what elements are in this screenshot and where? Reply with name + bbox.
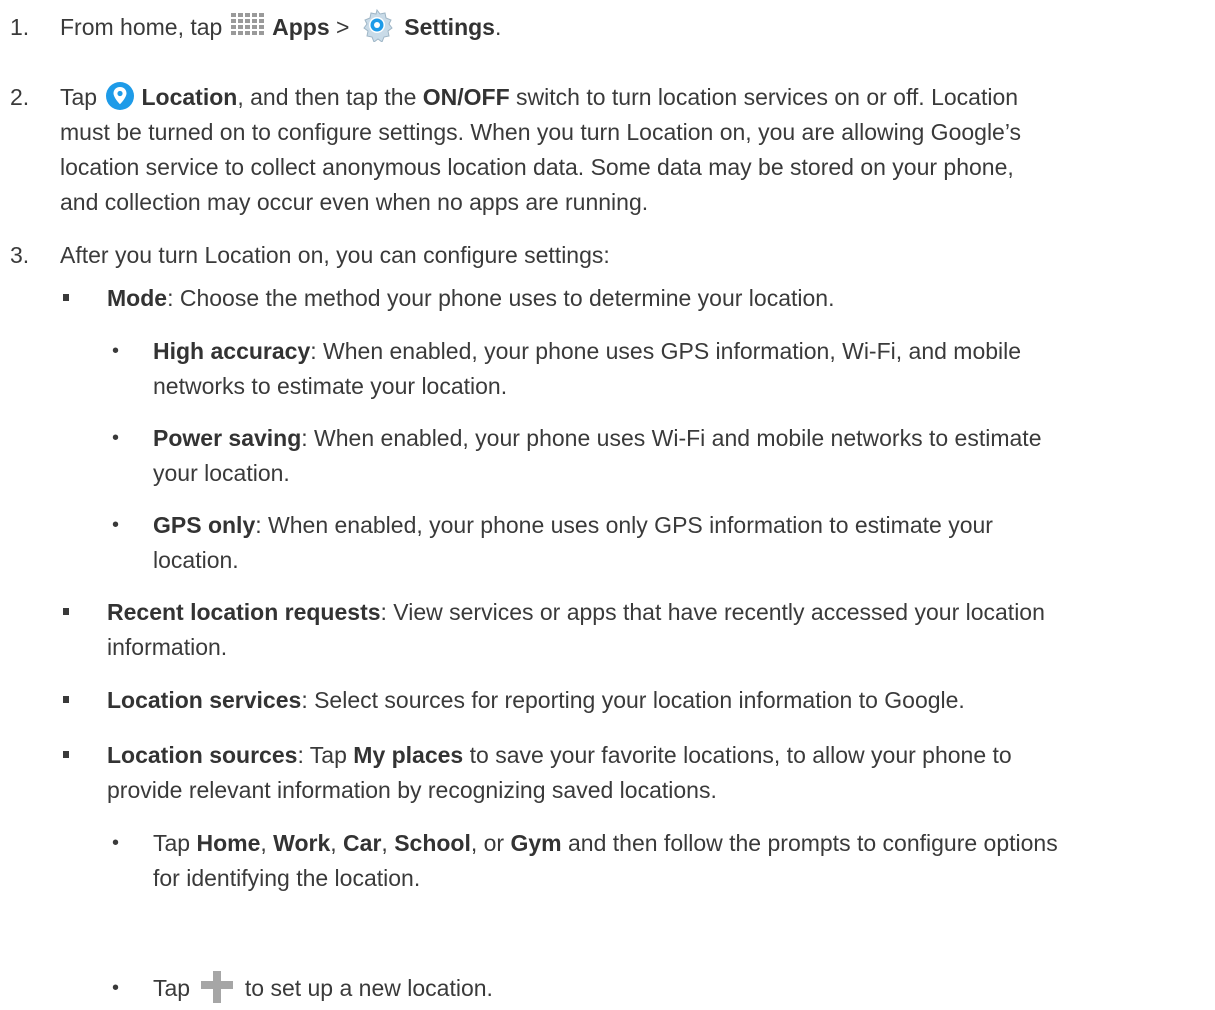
apps-grid-icon	[230, 13, 264, 37]
comma: ,	[260, 830, 267, 856]
mode-item: Mode: Choose the method your phone uses …	[107, 283, 834, 313]
step-2-line-3: location service to collect anonymous lo…	[60, 154, 1014, 180]
step-number-3: 3.	[10, 242, 30, 268]
step-2-then-tap: , and then tap the	[237, 84, 417, 110]
place-school: School	[394, 830, 471, 856]
places-sub-line-1: Tap Home, Work, Car, School, or Gym and …	[153, 828, 1058, 858]
step-1-settings: Settings	[404, 14, 495, 41]
gps-only-term: GPS only	[153, 512, 256, 538]
location-sources-term: Location sources	[107, 742, 298, 768]
dot-bullet: •	[112, 832, 120, 854]
square-bullet	[63, 608, 69, 615]
step-2-onoff: ON/OFF	[422, 84, 510, 110]
square-bullet	[63, 696, 69, 703]
location-sources-line-2: provide relevant information by recogniz…	[107, 777, 717, 803]
step-1-period: .	[494, 14, 502, 41]
high-accuracy-term: High accuracy	[153, 338, 311, 364]
location-sources-mid: : Tap	[297, 742, 347, 768]
place-home: Home	[196, 830, 261, 856]
place-car: Car	[343, 830, 382, 856]
gps-only-line-2: location.	[153, 547, 239, 573]
step-1-gt: >	[336, 14, 350, 41]
gps-only-desc: : When enabled, your phone uses only GPS…	[255, 512, 993, 538]
add-tap: Tap	[153, 975, 191, 1001]
places-tap: Tap	[153, 830, 191, 856]
square-bullet	[63, 294, 69, 301]
comma: ,	[330, 830, 337, 856]
high-accuracy-line-2: networks to estimate your location.	[153, 373, 508, 399]
power-saving-line-2: your location.	[153, 460, 290, 486]
dot-bullet: •	[112, 977, 120, 999]
step-3-text: After you turn Location on, you can conf…	[60, 242, 610, 268]
places-sub-line-2: for identifying the location.	[153, 865, 421, 891]
power-saving-desc: : When enabled, your phone uses Wi-Fi an…	[301, 425, 1042, 451]
recent-requests-line-1: Recent location requests: View services …	[107, 597, 1045, 627]
step-1-apps: Apps	[272, 14, 330, 41]
step-1-from-home: From home, tap	[60, 14, 223, 41]
step-2-line-1: Tap Location, and then tap the ON/OFF sw…	[60, 81, 1019, 114]
location-services-item: Location services: Select sources for re…	[107, 685, 965, 715]
comma: ,	[381, 830, 388, 856]
place-gym: Gym	[510, 830, 562, 856]
recent-requests-term: Recent location requests	[107, 599, 381, 625]
add-rest: to set up a new location.	[244, 975, 493, 1001]
location-pin-icon	[105, 81, 135, 111]
high-accuracy-desc: : When enabled, your phone uses GPS info…	[310, 338, 1022, 364]
settings-gear-icon	[360, 8, 394, 43]
place-work: Work	[273, 830, 331, 856]
location-services-term: Location services	[107, 687, 302, 713]
step-2-line-2: must be turned on to configure settings.…	[60, 119, 1022, 145]
step-number-2: 2.	[10, 84, 30, 110]
square-bullet	[63, 751, 69, 758]
plus-icon	[200, 969, 234, 1003]
places-rest: and then follow the prompts to configure…	[568, 830, 1058, 856]
step-2-tap: Tap	[60, 84, 98, 110]
high-accuracy-line-1: High accuracy: When enabled, your phone …	[153, 336, 1021, 366]
or-text: , or	[470, 830, 505, 856]
dot-bullet: •	[112, 340, 120, 362]
gps-only-line-1: GPS only: When enabled, your phone uses …	[153, 510, 993, 540]
step-2-line-4: and collection may occur even when no ap…	[60, 189, 649, 215]
power-saving-term: Power saving	[153, 425, 302, 451]
recent-requests-desc: : View services or apps that have recent…	[380, 599, 1045, 625]
step-number-1: 1.	[10, 14, 30, 40]
mode-desc: : Choose the method your phone uses to d…	[167, 285, 835, 311]
location-sources-rest: to save your favorite locations, to allo…	[469, 742, 1012, 768]
add-location-line: Tap to set up a new location.	[153, 970, 493, 1005]
location-services-desc: : Select sources for reporting your loca…	[301, 687, 965, 713]
dot-bullet: •	[112, 514, 120, 536]
step-1-text: From home, tap Apps > Settings.	[60, 8, 502, 46]
location-sources-line-1: Location sources: Tap My places to save …	[107, 740, 1012, 770]
step-2-location: Location	[141, 84, 238, 110]
power-saving-line-1: Power saving: When enabled, your phone u…	[153, 423, 1041, 453]
dot-bullet: •	[112, 427, 120, 449]
mode-term: Mode	[107, 285, 168, 311]
recent-requests-line-2: information.	[107, 634, 228, 660]
my-places-term: My places	[353, 742, 464, 768]
step-2-rest-1: switch to turn location services on or o…	[516, 84, 1019, 110]
